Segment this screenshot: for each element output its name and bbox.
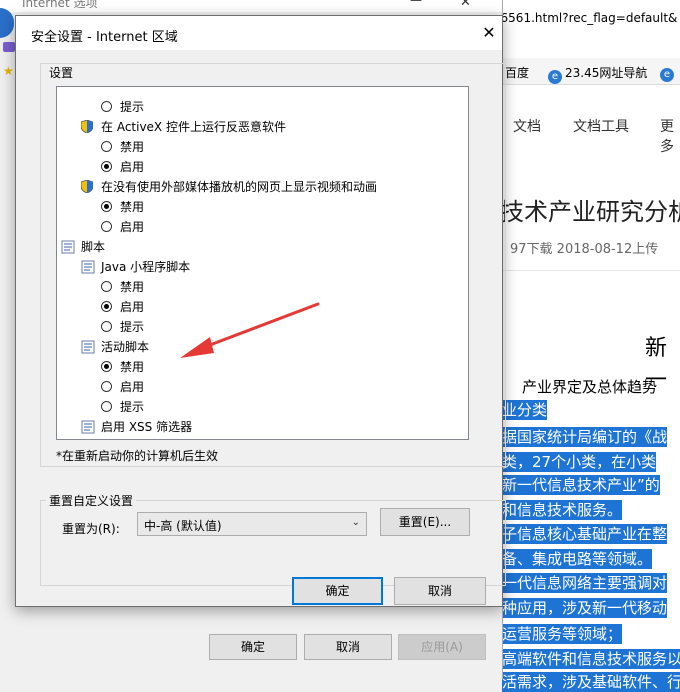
- favorite-more[interactable]: e: [660, 64, 677, 82]
- radio-button[interactable]: [101, 321, 112, 332]
- document-title: 技术产业研究分析: [500, 198, 680, 226]
- highlighted-text-line: 运营服务等领域；: [502, 624, 623, 644]
- radio-button[interactable]: [101, 101, 112, 112]
- category-label: 在没有使用外部媒体播放机的网页上显示视频和动画: [101, 180, 378, 194]
- star-icon: ★: [3, 64, 14, 78]
- nav-item[interactable]: 更多: [660, 116, 680, 156]
- highlighted-text-line: 业分类: [502, 400, 548, 420]
- radio-button[interactable]: [101, 141, 112, 152]
- option-label: 启用: [120, 160, 145, 174]
- category-label: Java 小程序脚本: [101, 260, 191, 274]
- highlighted-text-line: 种应用，涉及新一代移动: [502, 598, 668, 618]
- restart-note: *在重新启动你的计算机后生效: [56, 449, 219, 463]
- reset-level-value: 中-高 (默认值): [144, 519, 222, 533]
- ok-button[interactable]: 确定: [292, 577, 383, 605]
- category-label: 脚本: [81, 240, 106, 254]
- option-label: 提示: [120, 100, 145, 114]
- radio-button[interactable]: [101, 361, 112, 372]
- chevron-down-icon: ⌄: [351, 517, 360, 528]
- favorite-2345[interactable]: e 23.45网址导航: [548, 64, 647, 84]
- option-label: 启用: [120, 380, 145, 394]
- highlighted-text-line: 类，27个小类，在小类: [502, 452, 657, 472]
- ie-icon: e: [548, 70, 562, 84]
- option-label: 禁用: [120, 200, 145, 214]
- document-subheading: 产业界定及总体趋势: [522, 378, 658, 396]
- option-label: 启用: [120, 300, 145, 314]
- highlighted-text-line: 备、集成电路等领域。: [502, 549, 653, 569]
- highlighted-text-line: 子信息核心基础产业在整: [502, 524, 668, 544]
- back-button-icon[interactable]: [0, 8, 14, 38]
- radio-button[interactable]: [101, 401, 112, 412]
- outer-ok-button[interactable]: 确定: [209, 634, 297, 660]
- radio-button[interactable]: [101, 381, 112, 392]
- close-icon[interactable]: ✕: [460, 0, 471, 10]
- category-label: 启用 XSS 筛选器: [101, 420, 193, 434]
- highlighted-text-line: 高端软件和信息技术服务以: [502, 649, 680, 669]
- option-label: 提示: [120, 400, 145, 414]
- reset-group-label: 重置自定义设置: [46, 492, 137, 509]
- dialog-title: 安全设置 - Internet 区域: [31, 30, 178, 45]
- settings-list[interactable]: 提示在 ActiveX 控件上运行反恶意软件 禁用 启用 在没有使用外部媒体播放机的网…: [56, 86, 469, 440]
- favorite-label: 百度: [505, 66, 530, 80]
- app-icon: [3, 42, 15, 52]
- reset-to-label: 重置为(R):: [62, 522, 120, 536]
- highlighted-text-line: 一代信息网络主要强调对: [502, 573, 668, 593]
- nav-item[interactable]: 文档: [513, 116, 541, 136]
- radio-button[interactable]: [101, 201, 112, 212]
- window-title: Internet 选项: [22, 0, 98, 10]
- document-meta: 97下载 2018-08-12上传: [510, 242, 659, 257]
- settings-group-label: 设置: [46, 64, 77, 81]
- option-label: 禁用: [120, 437, 144, 439]
- cancel-button[interactable]: 取消: [394, 577, 486, 605]
- ie-icon: e: [660, 68, 674, 82]
- annotation-arrow-icon: [180, 302, 320, 358]
- option-label: 禁用: [120, 140, 145, 154]
- favorite-label: 23.45网址导航: [565, 66, 648, 80]
- category-label: 活动脚本: [101, 340, 150, 354]
- nav-item[interactable]: 文档工具: [573, 116, 629, 136]
- highlighted-text-line: 活需求，涉及基础软件、行业: [502, 672, 680, 692]
- radio-button[interactable]: [101, 301, 112, 312]
- highlighted-text-line: 和信息技术服务。: [502, 500, 623, 520]
- highlighted-text-line: 据国家统计局编订的《战: [502, 427, 668, 447]
- category-label: 在 ActiveX 控件上运行反恶意软件: [101, 120, 286, 134]
- option-label: 启用: [120, 220, 145, 234]
- reset-button[interactable]: 重置(E)...: [380, 508, 470, 536]
- highlighted-text-line: 新一代信息技术产业”的: [502, 475, 660, 495]
- option-label: 提示: [120, 320, 145, 334]
- option-label: 禁用: [120, 280, 145, 294]
- minimize-icon[interactable]: —: [410, 0, 422, 7]
- radio-button[interactable]: [101, 221, 112, 232]
- close-icon[interactable]: ✕: [478, 22, 500, 44]
- radio-button[interactable]: [101, 281, 112, 292]
- reset-level-select[interactable]: 中-高 (默认值) ⌄: [137, 512, 367, 536]
- divider: [500, 270, 680, 271]
- radio-button[interactable]: [101, 161, 112, 172]
- outer-cancel-button[interactable]: 取消: [304, 634, 392, 660]
- site-nav: 文档 文档工具 更多: [500, 108, 680, 155]
- option-label: 禁用: [120, 360, 145, 374]
- outer-apply-button[interactable]: 应用(A): [398, 634, 486, 660]
